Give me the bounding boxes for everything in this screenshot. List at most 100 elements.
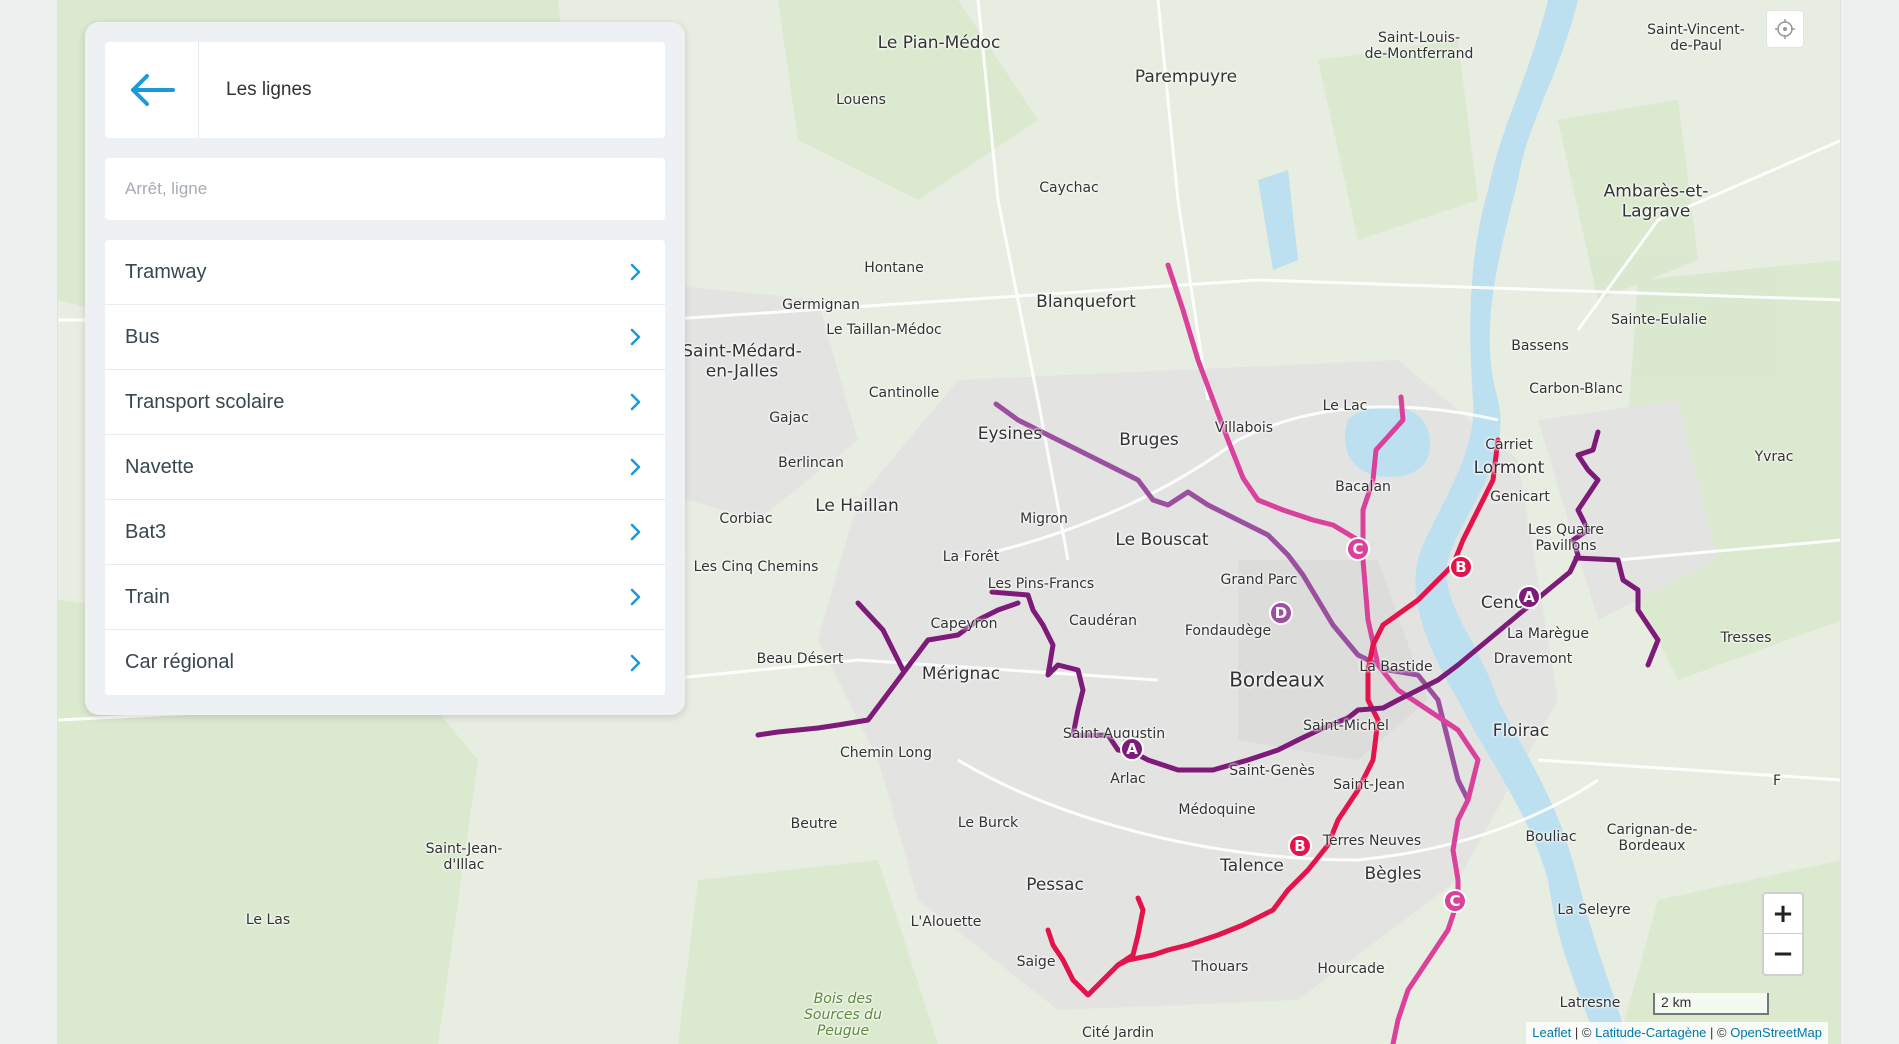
place-label: Hontane bbox=[864, 259, 924, 276]
place-label: Le Pian-Médoc bbox=[877, 33, 1001, 54]
chevron-right-icon bbox=[630, 458, 641, 476]
place-label: Eysines bbox=[977, 424, 1043, 445]
search-box bbox=[105, 158, 665, 220]
scale-bar: 2 km bbox=[1653, 993, 1769, 1015]
place-label: Dravemont bbox=[1493, 650, 1573, 667]
zoom-out-button[interactable]: − bbox=[1764, 934, 1802, 974]
place-label: Le Las bbox=[245, 911, 291, 928]
tram-badge-b: B bbox=[1449, 555, 1473, 579]
place-label: Caudéran bbox=[1069, 612, 1137, 629]
attribution-separator: | © bbox=[1571, 1025, 1596, 1040]
place-label: Lormont bbox=[1473, 458, 1545, 479]
place-label: L'Alouette bbox=[910, 913, 982, 930]
place-label: Saige bbox=[1016, 953, 1056, 970]
place-label: Saint-Genès bbox=[1229, 762, 1315, 779]
leaflet-link[interactable]: Leaflet bbox=[1532, 1025, 1571, 1040]
place-label: Grand Parc bbox=[1220, 571, 1298, 588]
place-label: Parempuyre bbox=[1134, 67, 1238, 88]
place-label: Saint-Augustin bbox=[1062, 725, 1166, 742]
place-label: Sainte-Eulalie bbox=[1611, 311, 1707, 328]
category-item-train[interactable]: Train bbox=[105, 565, 665, 630]
map-attribution: Leaflet | © Latitude-Cartagène | © OpenS… bbox=[1526, 1022, 1828, 1044]
lines-panel: Les lignes Tramway Bus Transport scolair… bbox=[85, 22, 685, 715]
place-label: Tresses bbox=[1720, 629, 1772, 646]
chevron-right-icon bbox=[630, 523, 641, 541]
category-item-navette[interactable]: Navette bbox=[105, 435, 665, 500]
place-label: Bacalan bbox=[1335, 478, 1391, 495]
chevron-right-icon bbox=[630, 328, 641, 346]
place-label: Les Pins-Francs bbox=[987, 575, 1095, 592]
place-label: Caychac bbox=[1039, 179, 1099, 196]
place-label: La Marègue bbox=[1507, 625, 1589, 642]
place-label: Bruges bbox=[1119, 430, 1179, 451]
panel-header: Les lignes bbox=[105, 42, 665, 138]
place-label: Les Cinq Chemins bbox=[693, 558, 819, 575]
category-item-transport-scolaire[interactable]: Transport scolaire bbox=[105, 370, 665, 435]
place-label: La Bastide bbox=[1359, 658, 1433, 675]
place-label: Floirac bbox=[1492, 721, 1550, 742]
place-label: Genicart bbox=[1490, 488, 1550, 505]
tram-badge-a: A bbox=[1120, 737, 1144, 761]
place-label: Villabois bbox=[1214, 419, 1274, 436]
place-label: Capeyron bbox=[930, 615, 998, 632]
place-label: Bordeaux bbox=[1229, 667, 1325, 692]
tram-badge-b: B bbox=[1288, 834, 1312, 858]
place-label: Ambarès-et- Lagrave bbox=[1603, 181, 1709, 221]
tram-badge-c: C bbox=[1443, 889, 1467, 913]
place-label: Gajac bbox=[769, 409, 809, 426]
place-label: Le Taillan-Médoc bbox=[826, 321, 942, 338]
place-label: Berlincan bbox=[778, 454, 844, 471]
place-label: Talence bbox=[1220, 856, 1284, 877]
category-item-tramway[interactable]: Tramway bbox=[105, 240, 665, 305]
place-label: Blanquefort bbox=[1036, 292, 1136, 313]
place-label: Migron bbox=[1020, 510, 1068, 527]
place-label: Terres Neuves bbox=[1322, 832, 1422, 849]
category-list: Tramway Bus Transport scolaire Navette B… bbox=[105, 240, 665, 695]
place-label: Cantinolle bbox=[868, 384, 940, 401]
tram-badge-c: C bbox=[1346, 537, 1370, 561]
place-label: Louens bbox=[836, 91, 886, 108]
place-label: Carriet bbox=[1485, 436, 1533, 453]
place-label: Fondaudège bbox=[1184, 622, 1272, 639]
chevron-right-icon bbox=[630, 393, 641, 411]
place-label: Beau Désert bbox=[756, 650, 844, 667]
osm-link[interactable]: OpenStreetMap bbox=[1730, 1025, 1822, 1040]
place-label: Arlac bbox=[1110, 770, 1146, 787]
place-label: Saint-Vincent- de-Paul bbox=[1647, 21, 1745, 54]
forest-label: Bois des Sources du Peugue bbox=[804, 990, 882, 1040]
place-label: Beutre bbox=[790, 815, 838, 832]
place-label: Cité Jardin bbox=[1081, 1024, 1155, 1041]
chevron-right-icon bbox=[630, 654, 641, 671]
place-label: Saint-Jean- d'Illac bbox=[425, 840, 503, 873]
locate-button[interactable] bbox=[1766, 10, 1804, 48]
zoom-in-button[interactable]: + bbox=[1764, 894, 1802, 934]
panel-title: Les lignes bbox=[226, 79, 312, 100]
category-label: Train bbox=[125, 585, 170, 608]
place-label: Médoquine bbox=[1178, 801, 1256, 818]
place-label: Yvrac bbox=[1754, 448, 1794, 465]
place-label: Hourcade bbox=[1317, 960, 1385, 977]
place-label: Latresne bbox=[1559, 994, 1621, 1011]
place-label: Chemin Long bbox=[840, 744, 932, 761]
place-label: Pessac bbox=[1026, 875, 1084, 896]
place-label: Carbon-Blanc bbox=[1529, 380, 1623, 397]
category-label: Navette bbox=[125, 455, 194, 478]
category-label: Tramway bbox=[125, 260, 207, 283]
place-label: La Forêt bbox=[942, 548, 1000, 565]
place-label: Le Bouscat bbox=[1115, 530, 1209, 551]
back-button[interactable] bbox=[105, 42, 199, 138]
arrow-left-icon bbox=[130, 74, 175, 106]
search-input[interactable] bbox=[105, 158, 665, 220]
category-item-bat3[interactable]: Bat3 bbox=[105, 500, 665, 565]
zoom-control: + − bbox=[1762, 892, 1804, 976]
place-label: Thouars bbox=[1191, 958, 1249, 975]
place-label: F bbox=[1772, 772, 1782, 789]
place-label: Germignan bbox=[782, 296, 860, 313]
cartagene-link[interactable]: Latitude-Cartagène bbox=[1595, 1025, 1706, 1040]
place-label: Saint-Médard- en-Jalles bbox=[682, 341, 802, 381]
category-label: Bat3 bbox=[125, 520, 167, 543]
category-item-car-regional[interactable]: Car régional bbox=[105, 630, 665, 695]
category-item-bus[interactable]: Bus bbox=[105, 305, 665, 370]
place-label: Bègles bbox=[1364, 864, 1422, 885]
place-label: La Seleyre bbox=[1557, 901, 1631, 918]
